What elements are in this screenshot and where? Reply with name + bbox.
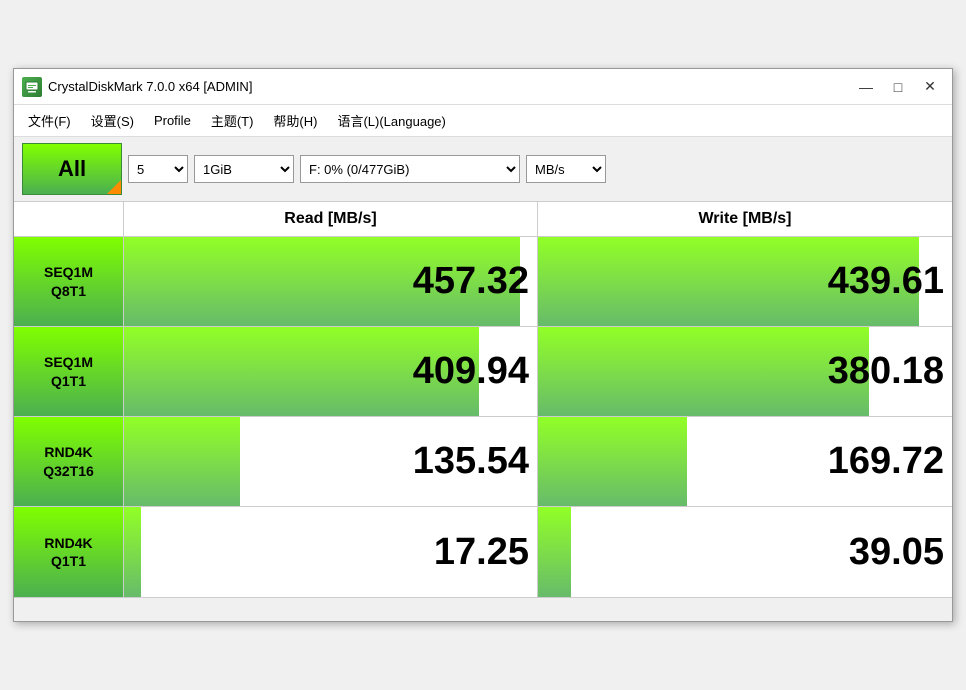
count-select[interactable]: 5 1 3 10 xyxy=(128,155,188,183)
row-label-line1: RND4K xyxy=(44,534,92,552)
read-value-0: 457.32 xyxy=(132,260,529,303)
write-cell-0: 439.61 xyxy=(538,237,952,326)
read-cell-1: 409.94 xyxy=(124,327,538,416)
read-value-2: 135.54 xyxy=(132,440,529,483)
results-area: Read [MB/s] Write [MB/s] SEQ1M Q8T1 457.… xyxy=(14,202,952,597)
table-row: SEQ1M Q1T1 409.94 380.18 xyxy=(14,327,952,417)
row-label-line1: SEQ1M xyxy=(44,263,93,281)
row-label-line2: Q1T1 xyxy=(51,552,86,570)
row-label-line2: Q1T1 xyxy=(51,372,86,390)
row-label-line1: RND4K xyxy=(44,443,92,461)
read-cell-0: 457.32 xyxy=(124,237,538,326)
row-label-line2: Q8T1 xyxy=(51,282,86,300)
status-bar xyxy=(14,597,952,621)
write-cell-3: 39.05 xyxy=(538,507,952,597)
table-row: RND4K Q32T16 135.54 169.72 xyxy=(14,417,952,507)
row-label-seq1m-q1t1: SEQ1M Q1T1 xyxy=(14,327,124,416)
window-controls: — □ ✕ xyxy=(852,77,944,97)
drive-select[interactable]: F: 0% (0/477GiB) xyxy=(300,155,520,183)
menu-theme[interactable]: 主题(T) xyxy=(201,107,264,134)
results-header: Read [MB/s] Write [MB/s] xyxy=(14,202,952,237)
write-cell-2: 169.72 xyxy=(538,417,952,506)
write-value-1: 380.18 xyxy=(546,350,944,393)
write-value-0: 439.61 xyxy=(546,260,944,303)
write-cell-1: 380.18 xyxy=(538,327,952,416)
window-title: CrystalDiskMark 7.0.0 x64 [ADMIN] xyxy=(48,79,852,94)
row-label-rnd4k-q1t1: RND4K Q1T1 xyxy=(14,507,124,597)
write-value-2: 169.72 xyxy=(546,440,944,483)
size-select[interactable]: 1GiB 512MiB 256MiB 4GiB xyxy=(194,155,294,183)
read-cell-3: 17.25 xyxy=(124,507,538,597)
menu-help[interactable]: 帮助(H) xyxy=(263,107,327,134)
write-header: Write [MB/s] xyxy=(538,202,952,236)
row-label-line1: SEQ1M xyxy=(44,353,93,371)
title-bar: CrystalDiskMark 7.0.0 x64 [ADMIN] — □ ✕ xyxy=(14,69,952,105)
read-cell-2: 135.54 xyxy=(124,417,538,506)
row-label-line2: Q32T16 xyxy=(43,462,94,480)
menu-language[interactable]: 语言(L)(Language) xyxy=(327,107,455,134)
menu-profile[interactable]: Profile xyxy=(144,109,201,132)
read-header: Read [MB/s] xyxy=(124,202,538,236)
app-window: CrystalDiskMark 7.0.0 x64 [ADMIN] — □ ✕ … xyxy=(13,68,953,622)
write-value-3: 39.05 xyxy=(546,531,944,574)
maximize-button[interactable]: □ xyxy=(884,77,912,97)
row-label-rnd4k-q32t16: RND4K Q32T16 xyxy=(14,417,124,506)
toolbar: All 5 1 3 10 1GiB 512MiB 256MiB 4GiB F: … xyxy=(14,137,952,202)
read-value-1: 409.94 xyxy=(132,350,529,393)
menu-settings[interactable]: 设置(S) xyxy=(81,107,144,134)
row-label-seq1m-q8t1: SEQ1M Q8T1 xyxy=(14,237,124,326)
close-button[interactable]: ✕ xyxy=(916,77,944,97)
minimize-button[interactable]: — xyxy=(852,77,880,97)
menu-bar: 文件(F) 设置(S) Profile 主题(T) 帮助(H) 语言(L)(La… xyxy=(14,105,952,137)
app-icon xyxy=(22,77,42,97)
table-row: RND4K Q1T1 17.25 39.05 xyxy=(14,507,952,597)
unit-select[interactable]: MB/s GB/s IOPS μs xyxy=(526,155,606,183)
menu-file[interactable]: 文件(F) xyxy=(18,107,81,134)
read-value-3: 17.25 xyxy=(132,531,529,574)
table-row: SEQ1M Q8T1 457.32 439.61 xyxy=(14,237,952,327)
header-empty xyxy=(14,202,124,236)
all-button[interactable]: All xyxy=(22,143,122,195)
